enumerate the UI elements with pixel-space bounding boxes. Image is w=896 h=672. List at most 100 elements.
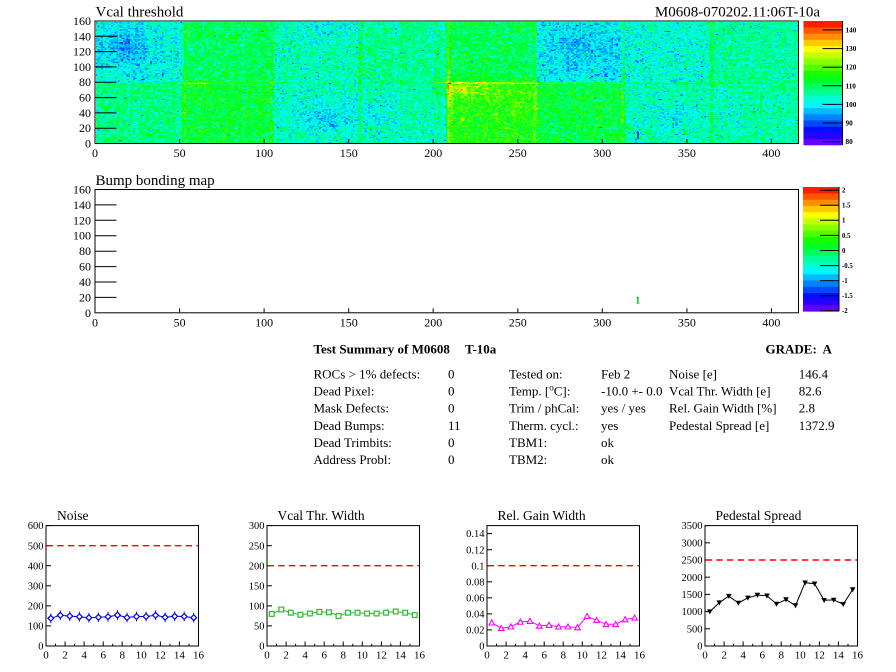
svg-text:4: 4 — [81, 650, 87, 662]
svg-text:100: 100 — [28, 622, 44, 633]
svg-text:0: 0 — [842, 248, 846, 255]
svg-text:60: 60 — [79, 260, 91, 274]
svg-text:Vcal Thr. Width: Vcal Thr. Width — [278, 508, 365, 523]
svg-text:1: 1 — [635, 131, 640, 142]
svg-text:100: 100 — [249, 602, 265, 613]
svg-text:-1.5: -1.5 — [842, 293, 853, 300]
svg-text:-10.0 +- 0.0: -10.0 +- 0.0 — [601, 383, 663, 398]
svg-text:-0.5: -0.5 — [842, 263, 853, 270]
svg-text:10: 10 — [795, 650, 807, 662]
svg-text:Trim / phCal:: Trim / phCal: — [509, 401, 579, 416]
svg-text:0: 0 — [85, 137, 91, 151]
svg-text:Test Summary of M0608: Test Summary of M0608 — [314, 342, 451, 357]
svg-text:300: 300 — [593, 315, 611, 329]
svg-text:1000: 1000 — [682, 607, 703, 618]
svg-text:0.1: 0.1 — [471, 561, 484, 572]
svg-text:0: 0 — [448, 401, 455, 416]
svg-text:200: 200 — [424, 146, 442, 160]
svg-text:160: 160 — [73, 183, 91, 197]
svg-text:Mask Defects:: Mask Defects: — [314, 401, 389, 416]
svg-text:500: 500 — [28, 541, 44, 552]
svg-text:Therm. cycl.:: Therm. cycl.: — [509, 418, 579, 433]
svg-text:300: 300 — [593, 146, 611, 160]
svg-text:40: 40 — [79, 106, 91, 120]
svg-text:Pedestal Spread [e]: Pedestal Spread [e] — [669, 418, 769, 433]
svg-text:10: 10 — [357, 650, 369, 662]
svg-text:6: 6 — [321, 650, 327, 662]
svg-text:0.14: 0.14 — [466, 529, 485, 540]
svg-text:100: 100 — [255, 315, 273, 329]
svg-text:10: 10 — [136, 650, 148, 662]
svg-text:0: 0 — [264, 650, 270, 662]
svg-text:yes: yes — [601, 418, 618, 433]
svg-text:1: 1 — [635, 296, 640, 307]
svg-text:2: 2 — [283, 650, 289, 662]
svg-text:400: 400 — [28, 561, 44, 572]
svg-text:12: 12 — [596, 650, 607, 662]
svg-text:Dead Bumps:: Dead Bumps: — [314, 418, 385, 433]
svg-text:1: 1 — [842, 218, 846, 225]
svg-text:0: 0 — [85, 306, 91, 320]
svg-text:6: 6 — [541, 650, 547, 662]
svg-text:0: 0 — [92, 146, 98, 160]
svg-text:150: 150 — [340, 146, 358, 160]
svg-text:2000: 2000 — [682, 573, 703, 584]
svg-text:4: 4 — [740, 650, 746, 662]
svg-text:0.5: 0.5 — [842, 233, 851, 240]
svg-text:100: 100 — [846, 101, 857, 109]
svg-text:6: 6 — [759, 650, 765, 662]
svg-text:100: 100 — [255, 146, 273, 160]
svg-text:140: 140 — [846, 27, 857, 35]
svg-text:200: 200 — [424, 315, 442, 329]
svg-text:4: 4 — [522, 650, 528, 662]
svg-text:80: 80 — [846, 138, 854, 146]
svg-text:8: 8 — [778, 650, 784, 662]
svg-text:T-10a: T-10a — [465, 342, 497, 357]
svg-text:14: 14 — [174, 650, 186, 662]
svg-text:14: 14 — [833, 650, 845, 662]
svg-text:100: 100 — [73, 229, 91, 243]
svg-text:400: 400 — [762, 315, 780, 329]
svg-text:0: 0 — [43, 650, 49, 662]
svg-text:60: 60 — [79, 91, 91, 105]
svg-text:40: 40 — [79, 275, 91, 289]
svg-text:Feb 2: Feb 2 — [601, 366, 630, 381]
svg-text:600: 600 — [28, 521, 44, 532]
svg-text:GRADE: A: GRADE: A — [766, 342, 833, 357]
svg-text:-2: -2 — [842, 308, 848, 315]
svg-text:16: 16 — [852, 650, 864, 662]
svg-text:200: 200 — [28, 602, 44, 613]
svg-text:yes / yes: yes / yes — [601, 401, 646, 416]
svg-text:2: 2 — [842, 188, 846, 195]
svg-text:12: 12 — [155, 650, 166, 662]
svg-text:-1: -1 — [842, 278, 848, 285]
svg-text:12: 12 — [376, 650, 387, 662]
svg-text:8: 8 — [340, 650, 346, 662]
svg-text:90: 90 — [846, 120, 854, 128]
svg-text:110: 110 — [846, 82, 857, 90]
svg-text:0: 0 — [92, 315, 98, 329]
svg-text:11: 11 — [448, 418, 461, 433]
svg-text:6: 6 — [100, 650, 106, 662]
svg-text:TBM1:: TBM1: — [509, 435, 547, 450]
svg-text:400: 400 — [762, 146, 780, 160]
svg-text:120: 120 — [73, 45, 91, 59]
svg-text:120: 120 — [846, 64, 857, 72]
svg-text:16: 16 — [193, 650, 205, 662]
svg-text:120: 120 — [73, 213, 91, 227]
svg-text:500: 500 — [687, 624, 703, 635]
svg-text:20: 20 — [79, 290, 91, 304]
svg-text:1.5: 1.5 — [842, 203, 851, 210]
svg-text:0: 0 — [448, 383, 455, 398]
svg-text:8: 8 — [119, 650, 125, 662]
svg-text:16: 16 — [414, 650, 426, 662]
svg-text:4: 4 — [302, 650, 308, 662]
svg-text:0.08: 0.08 — [466, 577, 484, 588]
svg-text:M0608-070202.11:06T-10a: M0608-070202.11:06T-10a — [655, 5, 820, 21]
svg-text:130: 130 — [846, 45, 857, 53]
svg-text:1500: 1500 — [682, 590, 703, 601]
svg-text:TBM2:: TBM2: — [509, 452, 547, 467]
svg-text:Vcal threshold: Vcal threshold — [96, 5, 184, 21]
svg-text:Bump bonding map: Bump bonding map — [96, 173, 215, 189]
svg-text:350: 350 — [678, 315, 696, 329]
